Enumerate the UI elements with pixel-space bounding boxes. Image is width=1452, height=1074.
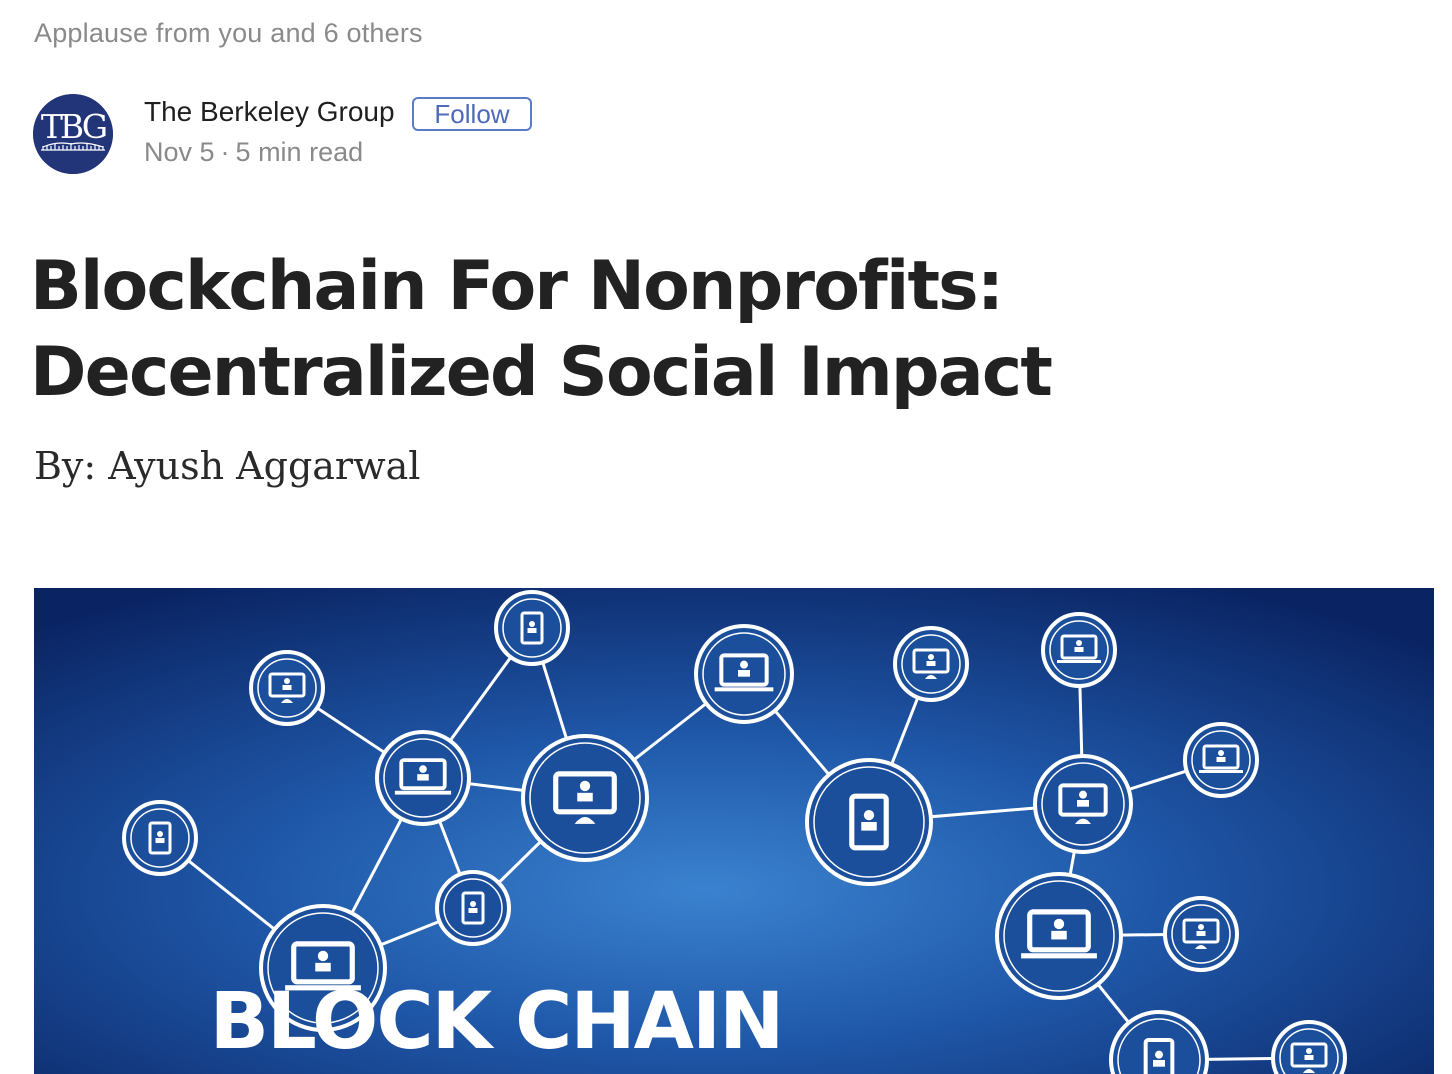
applause-summary[interactable]: Applause from you and 6 others	[34, 18, 423, 49]
network-node-tablet-icon	[494, 590, 570, 666]
network-node-monitor-icon	[249, 650, 325, 726]
post-meta: Nov 5 · 5 min read	[144, 137, 363, 168]
tbg-logo-icon: TBG	[33, 94, 113, 174]
read-time: 5 min read	[235, 137, 364, 167]
network-node-laptop-icon	[995, 872, 1123, 1000]
avatar-logo-text: TBG	[41, 107, 106, 146]
network-node-monitor-icon	[1271, 1020, 1347, 1074]
network-node-tablet-icon	[435, 870, 511, 946]
author-row: TBG The Berkeley Group Follow Nov 5 · 5 mi…	[33, 94, 733, 176]
blockchain-network-illustration: BLOCK CHAIN	[34, 588, 1434, 1074]
publication-avatar[interactable]: TBG	[33, 94, 113, 174]
network-node-laptop-icon	[1041, 612, 1117, 688]
network-node-monitor-icon	[1033, 754, 1133, 854]
network-node-tablet-icon	[122, 800, 198, 876]
hero-caption: BLOCK CHAIN	[210, 977, 783, 1067]
article-byline: By: Ayush Aggarwal	[34, 444, 421, 488]
article-title: Blockchain For Nonprofits: Decentralized…	[30, 247, 1053, 412]
network-node-laptop-icon	[694, 624, 794, 724]
hero-image: BLOCK CHAIN	[34, 588, 1434, 1074]
network-node-laptop-icon	[375, 730, 471, 826]
meta-separator: ·	[220, 137, 230, 167]
author-name[interactable]: The Berkeley Group	[144, 96, 395, 128]
network-node-monitor-icon	[893, 626, 969, 702]
network-node-monitor-icon	[521, 734, 649, 862]
post-date[interactable]: Nov 5	[144, 137, 215, 167]
network-node-tablet-icon	[805, 758, 933, 886]
network-node-laptop-icon	[1183, 722, 1259, 798]
follow-button[interactable]: Follow	[412, 97, 532, 131]
network-node-monitor-icon	[1163, 896, 1239, 972]
